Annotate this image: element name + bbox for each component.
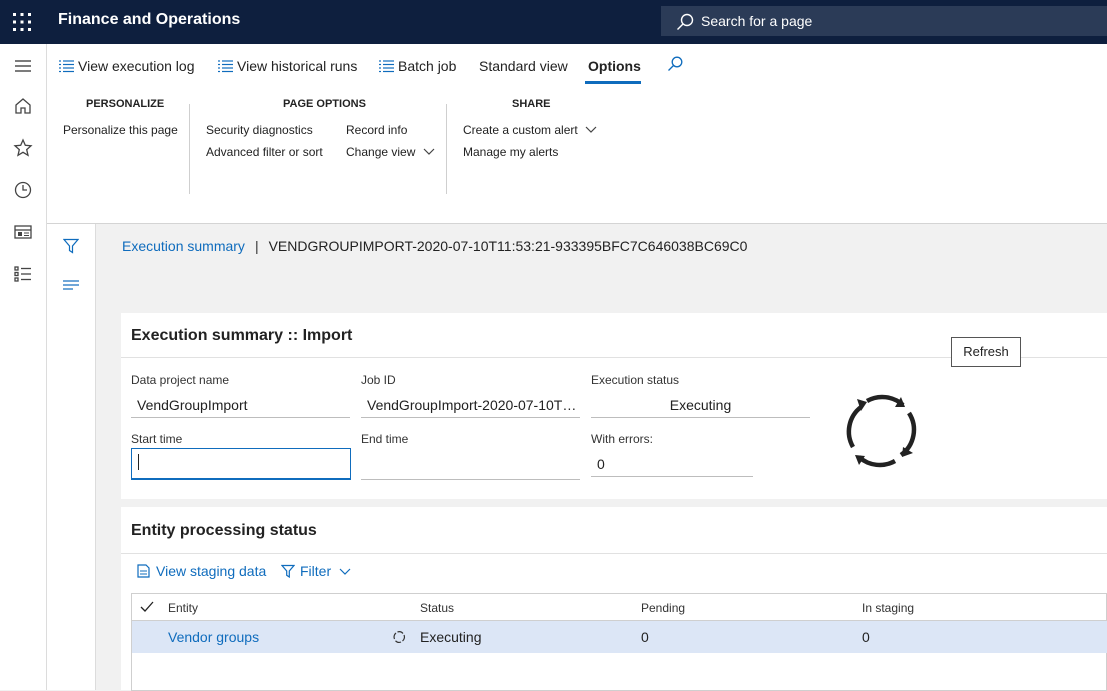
create-custom-alert-label: Create a custom alert bbox=[463, 123, 578, 137]
view-historical-runs-button[interactable]: View historical runs bbox=[218, 58, 357, 74]
chevron-down-icon bbox=[585, 126, 597, 133]
app-launcher-icon[interactable] bbox=[12, 12, 32, 32]
executing-status-icon bbox=[393, 631, 406, 643]
job-id-field[interactable]: VendGroupImport-2020-07-10T… bbox=[361, 392, 580, 418]
table-row[interactable]: Vendor groups Executing 0 0 bbox=[132, 621, 1107, 653]
tab-options-label: Options bbox=[588, 58, 641, 74]
star-icon[interactable] bbox=[13, 138, 33, 158]
search-placeholder: Search for a page bbox=[701, 13, 813, 29]
end-time-label: End time bbox=[361, 432, 409, 446]
column-header-entity[interactable]: Entity bbox=[168, 601, 198, 615]
filter-icon[interactable] bbox=[63, 238, 79, 254]
text-caret bbox=[138, 454, 139, 470]
clock-icon[interactable] bbox=[13, 180, 33, 200]
panel-title: Entity processing status bbox=[131, 522, 317, 539]
with-errors-field: 0 bbox=[591, 451, 753, 477]
top-bar: Finance and Operations Search for a page bbox=[0, 0, 1107, 44]
active-tab-indicator bbox=[585, 81, 641, 84]
status-cell: Executing bbox=[420, 629, 482, 645]
in-staging-cell: 0 bbox=[862, 629, 870, 645]
security-diagnostics-button[interactable]: Security diagnostics bbox=[206, 123, 313, 137]
related-info-icon[interactable] bbox=[63, 278, 79, 292]
with-errors-label: With errors: bbox=[591, 432, 654, 446]
start-time-label: Start time bbox=[131, 432, 183, 446]
view-staging-data-label: View staging data bbox=[156, 563, 267, 579]
execution-status-field: Executing bbox=[591, 392, 810, 418]
record-info-button[interactable]: Record info bbox=[346, 123, 407, 137]
list-icon bbox=[218, 60, 233, 73]
document-icon bbox=[137, 564, 150, 578]
grid-header: Entity Status Pending In staging bbox=[132, 594, 1107, 621]
column-header-pending[interactable]: Pending bbox=[641, 601, 685, 615]
execution-status-label: Execution status bbox=[591, 373, 680, 387]
column-header-in-staging[interactable]: In staging bbox=[862, 601, 914, 615]
execution-summary-panel: Execution summary :: Import Data project… bbox=[121, 313, 1107, 499]
list-icon bbox=[379, 60, 394, 73]
end-time-field[interactable] bbox=[361, 454, 580, 480]
page-options-heading: PAGE OPTIONS bbox=[283, 98, 366, 110]
search-icon[interactable] bbox=[667, 56, 683, 72]
ribbon-divider bbox=[446, 104, 447, 194]
breadcrumb-current: VENDGROUPIMPORT-2020-07-10T11:53:21-9333… bbox=[268, 238, 748, 254]
refresh-button[interactable]: Refresh bbox=[951, 337, 1021, 367]
select-all-checkmark-icon[interactable] bbox=[140, 601, 154, 613]
app-title: Finance and Operations bbox=[58, 11, 241, 28]
project-name-field[interactable]: VendGroupImport bbox=[131, 392, 350, 418]
manage-alerts-button[interactable]: Manage my alerts bbox=[463, 145, 558, 159]
standard-view-button[interactable]: Standard view bbox=[479, 58, 568, 74]
create-custom-alert-button[interactable]: Create a custom alert bbox=[463, 123, 597, 137]
home-icon[interactable] bbox=[13, 96, 33, 116]
list-icon bbox=[59, 60, 74, 73]
tab-options[interactable]: Options bbox=[588, 58, 641, 74]
breadcrumb-link-execution-summary[interactable]: Execution summary bbox=[122, 238, 245, 254]
batch-job-label: Batch job bbox=[398, 58, 457, 74]
view-execution-log-label: View execution log bbox=[78, 58, 195, 74]
divider bbox=[121, 553, 1107, 554]
start-time-field[interactable] bbox=[131, 448, 351, 480]
view-staging-data-button[interactable]: View staging data bbox=[137, 563, 266, 579]
entity-processing-panel: Entity processing status View staging da… bbox=[121, 507, 1107, 691]
view-execution-log-button[interactable]: View execution log bbox=[59, 58, 194, 74]
project-name-label: Data project name bbox=[131, 373, 230, 387]
personalize-heading: PERSONALIZE bbox=[86, 98, 165, 110]
breadcrumb: Execution summary | VENDGROUPIMPORT-2020-0… bbox=[122, 238, 747, 254]
panel-title: Execution summary :: Import bbox=[131, 327, 353, 344]
column-header-status[interactable]: Status bbox=[420, 601, 454, 615]
entity-grid: Entity Status Pending In staging Vendor … bbox=[131, 593, 1107, 691]
search-icon bbox=[677, 13, 694, 30]
share-heading: SHARE bbox=[512, 98, 551, 110]
filter-label: Filter bbox=[300, 563, 332, 579]
workspace-icon[interactable] bbox=[13, 222, 33, 242]
entity-cell[interactable]: Vendor groups bbox=[168, 629, 259, 645]
chevron-down-icon bbox=[423, 148, 435, 155]
breadcrumb-separator: | bbox=[254, 238, 259, 254]
change-view-label: Change view bbox=[346, 145, 416, 159]
side-pane bbox=[47, 224, 96, 690]
advanced-filter-button[interactable]: Advanced filter or sort bbox=[206, 145, 323, 159]
pending-cell: 0 bbox=[641, 629, 649, 645]
chevron-down-icon bbox=[339, 568, 351, 575]
personalize-page-button[interactable]: Personalize this page bbox=[63, 123, 178, 137]
standard-view-label: Standard view bbox=[479, 58, 568, 74]
action-pane: View execution log View historical runs … bbox=[47, 44, 1107, 88]
view-historical-runs-label: View historical runs bbox=[237, 58, 358, 74]
batch-job-button[interactable]: Batch job bbox=[379, 58, 456, 74]
ribbon-divider bbox=[189, 104, 190, 194]
hamburger-icon[interactable] bbox=[13, 56, 33, 76]
refresh-progress-icon bbox=[846, 394, 917, 468]
job-id-label: Job ID bbox=[361, 373, 396, 387]
left-navigation bbox=[0, 44, 47, 690]
change-view-button[interactable]: Change view bbox=[346, 145, 435, 159]
filter-icon bbox=[280, 564, 296, 579]
modules-icon[interactable] bbox=[13, 264, 33, 284]
search-input[interactable]: Search for a page bbox=[661, 6, 1107, 36]
filter-button[interactable]: Filter bbox=[280, 563, 351, 579]
options-ribbon: PERSONALIZE Personalize this page PAGE O… bbox=[47, 88, 1107, 224]
